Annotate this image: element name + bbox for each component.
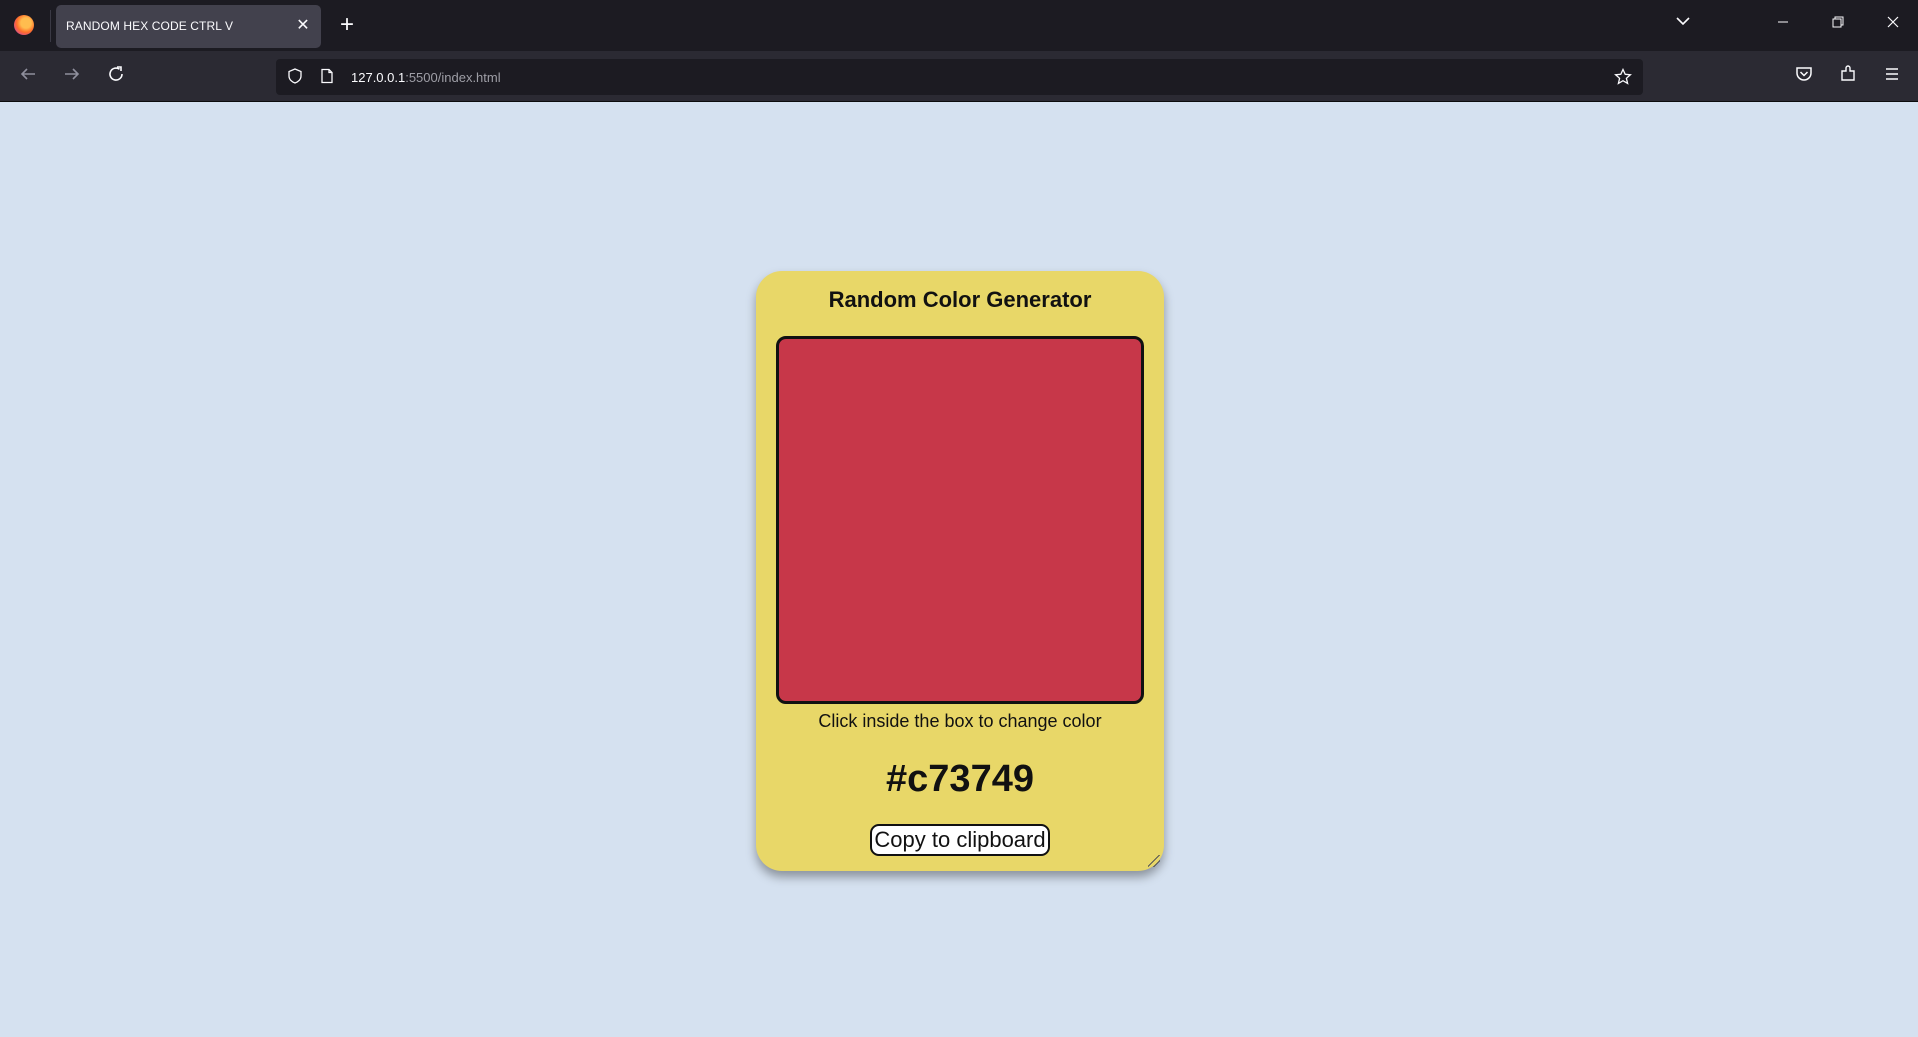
pocket-icon[interactable]: [1790, 63, 1818, 91]
shield-icon[interactable]: [286, 68, 304, 86]
tab-close-icon[interactable]: ✕: [293, 16, 313, 36]
firefox-logo-icon: [14, 15, 34, 35]
minimize-window-icon[interactable]: [1770, 12, 1796, 38]
forward-arrow-icon[interactable]: [58, 63, 86, 91]
url-path: :5500/index.html: [405, 70, 501, 85]
tab-separator: [50, 10, 51, 42]
url-host: 127.0.0.1: [351, 70, 406, 85]
hex-code-display: #c73749: [886, 758, 1034, 800]
hamburger-menu-icon[interactable]: [1878, 63, 1906, 91]
close-window-icon[interactable]: [1880, 12, 1906, 38]
browser-tab[interactable]: RANDOM HEX CODE CTRL V ✕: [56, 5, 321, 48]
url-text[interactable]: 127.0.0.1:5500/index.html: [351, 70, 501, 85]
tab-title: RANDOM HEX CODE CTRL V: [66, 19, 234, 33]
star-icon[interactable]: [1614, 67, 1632, 86]
url-bar[interactable]: 127.0.0.1:5500/index.html: [276, 59, 1643, 95]
back-arrow-icon[interactable]: [14, 63, 42, 91]
browser-tab-bar: RANDOM HEX CODE CTRL V ✕ +: [0, 0, 1918, 51]
page-title: Random Color Generator: [828, 287, 1092, 312]
color-generator-card: Random Color Generator Click inside the …: [756, 271, 1164, 871]
copy-to-clipboard-button[interactable]: Copy to clipboard: [870, 824, 1050, 856]
color-box[interactable]: [776, 336, 1144, 704]
page-icon[interactable]: [318, 68, 336, 86]
resize-grip-icon[interactable]: [1148, 855, 1160, 867]
new-tab-button[interactable]: +: [336, 12, 358, 38]
restore-window-icon[interactable]: [1825, 12, 1851, 38]
reload-icon[interactable]: [102, 63, 130, 91]
extensions-icon[interactable]: [1834, 63, 1862, 91]
instruction-text: Click inside the box to change color: [818, 711, 1102, 731]
list-all-tabs-icon[interactable]: [1670, 12, 1696, 38]
